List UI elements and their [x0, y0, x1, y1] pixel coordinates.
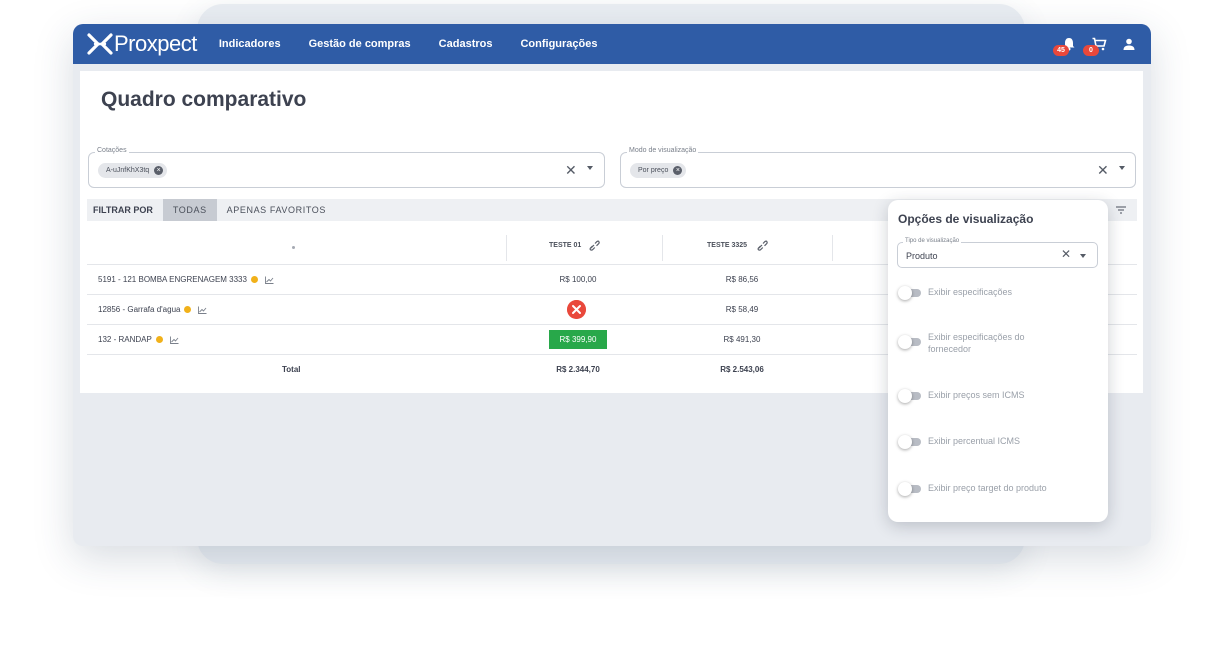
favorite-dot-icon[interactable] — [155, 336, 163, 343]
chip-remove-icon[interactable]: × — [154, 166, 164, 175]
trend-chart-icon[interactable] — [265, 276, 274, 284]
nav-indicadores[interactable]: Indicadores — [219, 38, 281, 50]
cotacoes-label: Cotações — [95, 147, 129, 154]
cart-button[interactable]: 0 — [1083, 36, 1107, 56]
total-teste-3325: R$ 2.543,06 — [720, 365, 764, 374]
toggle-exibir-especificacoes[interactable]: Exibir especificações — [898, 286, 1098, 300]
filter-tab-todas[interactable]: TODAS — [162, 199, 217, 221]
product-name: 132 - RANDAP — [98, 335, 152, 344]
clear-icon[interactable]: ✕ — [1061, 247, 1071, 261]
cart-badge: 0 — [1083, 45, 1099, 56]
user-icon — [1123, 38, 1135, 50]
price-teste-01: R$ 100,00 — [559, 275, 597, 284]
toggle-exibir-especificacoes-fornecedor[interactable]: Exibir especificações do fornecedor — [898, 331, 1058, 355]
nav-cadastros[interactable]: Cadastros — [439, 38, 493, 50]
toggle-switch[interactable] — [898, 435, 922, 449]
brand-logo[interactable]: Proxpect — [87, 31, 197, 57]
user-button[interactable] — [1121, 36, 1137, 52]
product-name: 5191 - 121 BOMBA ENGRENAGEM 3333 — [98, 275, 247, 284]
price-teste-3325: R$ 86,56 — [725, 275, 759, 284]
tipo-visualizacao-label: Tipo de visualização — [903, 238, 962, 244]
nav-gestao-de-compras[interactable]: Gestão de compras — [309, 38, 411, 50]
toggle-switch[interactable] — [898, 482, 922, 496]
product-cell: 5191 - 121 BOMBA ENGRENAGEM 3333 — [98, 275, 274, 284]
column-teste-3325: TESTE 3325 — [707, 242, 748, 249]
toggle-label: Exibir percentual ICMS — [928, 436, 1021, 446]
top-navbar: Proxpect Indicadores Gestão de compras C… — [73, 24, 1151, 64]
product-cell: 132 - RANDAP — [98, 335, 179, 344]
column-divider — [506, 235, 507, 261]
tipo-visualizacao-select[interactable]: Tipo de visualização Produto ✕ — [897, 238, 1098, 268]
toggle-label: Exibir preço target do produto — [928, 483, 1047, 493]
brand-name: Proxpect — [114, 31, 197, 56]
chevron-down-icon[interactable] — [587, 166, 593, 170]
toggle-label: Exibir especificações do fornecedor — [928, 332, 1025, 354]
chevron-down-icon[interactable] — [1080, 254, 1086, 258]
clear-icon[interactable]: ✕ — [1097, 162, 1109, 179]
product-name: 12856 - Garrafa d'agua — [98, 305, 181, 314]
filter-tab-apenas-favoritos[interactable]: APENAS FAVORITOS — [217, 199, 336, 221]
filter-label: FILTRAR POR — [93, 205, 153, 215]
toggle-knob — [898, 389, 912, 403]
total-label: Total — [282, 365, 301, 374]
toggle-knob — [898, 482, 912, 496]
favorite-dot-icon[interactable] — [250, 276, 258, 283]
main-nav: Indicadores Gestão de compras Cadastros … — [219, 38, 626, 50]
product-cell: 12856 - Garrafa d'agua — [98, 305, 207, 314]
cotacao-chip-label: A-uJnfKhX3tq — [106, 167, 150, 174]
toggle-knob — [898, 286, 912, 300]
toggle-exibir-percentual-icms[interactable]: Exibir percentual ICMS — [898, 435, 1098, 449]
toggle-exibir-preco-target[interactable]: Exibir preço target do produto — [898, 482, 1098, 496]
trend-chart-icon[interactable] — [198, 306, 207, 314]
column-divider — [662, 235, 663, 261]
logo-x-icon — [87, 33, 113, 55]
toggle-switch[interactable] — [898, 389, 922, 403]
link-icon[interactable] — [757, 240, 768, 251]
topbar-actions: 45 0 — [1047, 24, 1137, 64]
toggle-exibir-precos-sem-icms[interactable]: Exibir preços sem ICMS — [898, 389, 1098, 403]
nav-configuracoes[interactable]: Configurações — [520, 38, 597, 50]
cotacoes-select[interactable]: Cotações A-uJnfKhX3tq × ✕ — [88, 147, 605, 188]
modo-visualizacao-label: Modo de visualização — [627, 147, 699, 154]
trend-chart-icon[interactable] — [169, 336, 179, 344]
filter-list-icon[interactable] — [1115, 204, 1127, 216]
sort-indicator — [292, 246, 295, 249]
chevron-down-icon[interactable] — [1119, 166, 1125, 170]
price-teste-3325: R$ 58,49 — [725, 305, 759, 314]
modo-visualizacao-select[interactable]: Modo de visualização Por preço × ✕ — [620, 147, 1136, 188]
toggle-label: Exibir especificações — [928, 287, 1013, 297]
page-title: Quadro comparativo — [101, 88, 307, 111]
panel-title: Opções de visualização — [898, 212, 1034, 226]
column-divider — [832, 235, 833, 261]
cotacao-chip: A-uJnfKhX3tq × — [98, 163, 168, 178]
toggle-knob — [898, 335, 912, 349]
view-options-panel: Opções de visualização Tipo de visualiza… — [888, 200, 1108, 522]
toggle-switch[interactable] — [898, 286, 922, 300]
toggle-switch[interactable] — [898, 335, 922, 349]
modo-chip-label: Por preço — [638, 167, 669, 174]
link-icon[interactable] — [589, 240, 600, 251]
column-teste-01: TESTE 01 — [549, 242, 582, 249]
unavailable-error-icon — [567, 300, 586, 319]
modo-chip: Por preço × — [630, 163, 687, 178]
total-teste-01: R$ 2.344,70 — [556, 365, 600, 374]
price-teste-3325: R$ 491,30 — [723, 335, 761, 344]
best-price-tag: R$ 399,90 — [549, 330, 607, 349]
notifications-button[interactable]: 45 — [1053, 36, 1077, 56]
toggle-label: Exibir preços sem ICMS — [928, 390, 1025, 400]
chip-remove-icon[interactable]: × — [673, 166, 683, 175]
notifications-badge: 45 — [1053, 45, 1069, 56]
tipo-visualizacao-value: Produto — [906, 251, 938, 261]
favorite-dot-icon[interactable] — [184, 306, 192, 313]
toggle-knob — [898, 435, 912, 449]
clear-icon[interactable]: ✕ — [565, 162, 577, 179]
